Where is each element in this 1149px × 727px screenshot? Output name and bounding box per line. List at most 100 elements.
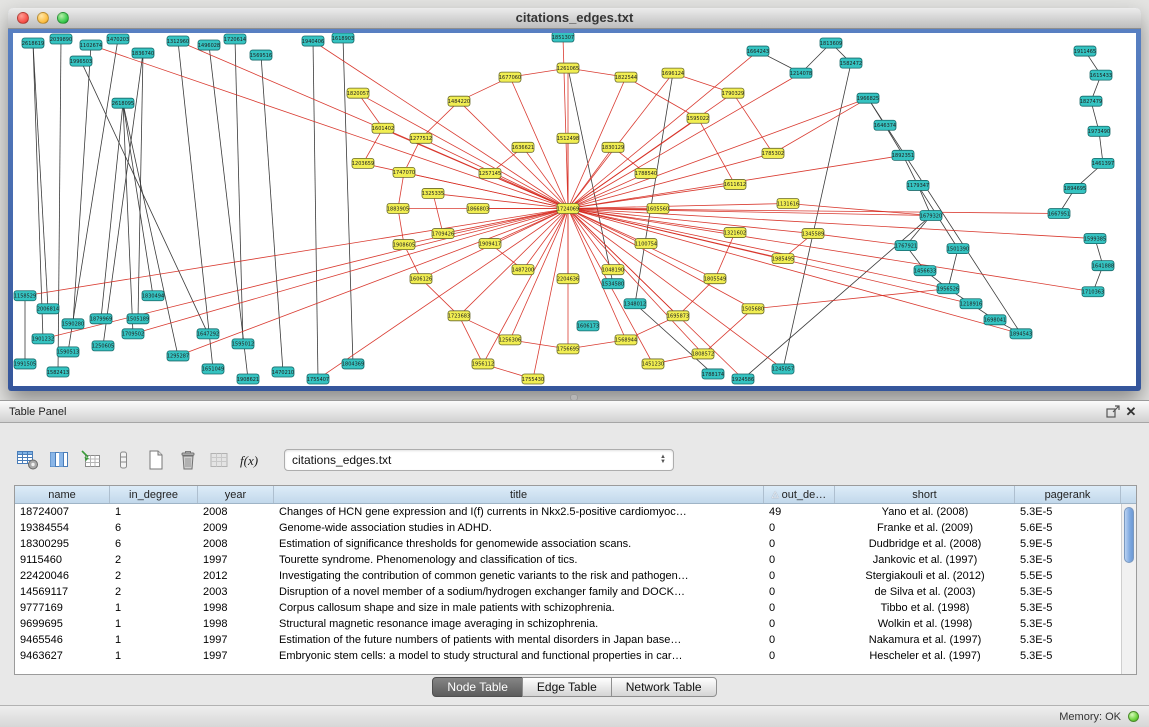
graph-node[interactable]: 1991505 — [14, 359, 36, 369]
graph-node[interactable]: 1646374 — [874, 120, 896, 130]
graph-node[interactable]: 1788540 — [635, 168, 657, 178]
zoom-window-button[interactable] — [57, 12, 69, 24]
graph-node[interactable]: 1908621 — [237, 374, 259, 384]
graph-node[interactable]: 1606126 — [410, 274, 432, 284]
graph-node[interactable]: 1755407 — [307, 374, 329, 384]
graph-node[interactable]: 1723683 — [448, 311, 470, 321]
graph-node[interactable]: 1484220 — [448, 96, 470, 106]
graph-node[interactable]: 1836740 — [132, 48, 154, 58]
graph-node[interactable]: 1325335 — [422, 188, 444, 198]
table-row[interactable]: 946554611997Estimation of the future num… — [15, 632, 1121, 648]
new-document-icon[interactable] — [142, 447, 168, 473]
graph-node[interactable]: 1512498 — [557, 133, 579, 143]
graph-node[interactable]: 1131616 — [777, 198, 799, 208]
graph-node[interactable]: 1985495 — [772, 254, 794, 264]
graph-node[interactable]: 1892351 — [892, 150, 914, 160]
graph-node[interactable]: 1582472 — [840, 58, 862, 68]
graph-node[interactable]: 1534580 — [602, 279, 624, 289]
graph-node[interactable]: 1487200 — [512, 265, 534, 275]
graph-node[interactable]: 1830494 — [142, 291, 164, 301]
table-row[interactable]: 911546021997Tourette syndrome. Phenomeno… — [15, 552, 1121, 568]
graph-node[interactable]: 1695873 — [667, 311, 689, 321]
graph-node[interactable]: 1940406 — [302, 36, 324, 46]
table-row[interactable]: 946362711997Embryonic stem cells: a mode… — [15, 648, 1121, 664]
graph-node[interactable]: 1048190 — [602, 265, 624, 275]
graph-node[interactable]: 1883905 — [387, 203, 409, 213]
tab-node-table[interactable]: Node Table — [432, 677, 523, 697]
graph-node[interactable]: 1805549 — [704, 274, 726, 284]
graph-node[interactable]: 1820057 — [347, 88, 369, 98]
graph-node[interactable]: 1100754 — [635, 239, 657, 249]
function-icon[interactable]: f(x) — [238, 447, 264, 473]
graph-node[interactable]: 1277512 — [410, 133, 432, 143]
graph-node[interactable]: 1456633 — [914, 266, 936, 276]
graph-node[interactable]: 1641888 — [1092, 261, 1114, 271]
graph-node[interactable]: 1755430 — [522, 374, 544, 384]
graph-node[interactable]: 1924586 — [732, 374, 754, 384]
graph-node[interactable]: 1505680 — [742, 304, 764, 314]
table-row[interactable]: 2242004622012Investigating the contribut… — [15, 568, 1121, 584]
graph-node[interactable]: 1851307 — [552, 33, 574, 42]
graph-node[interactable]: 2204636 — [557, 274, 579, 284]
graph-node[interactable]: 1756695 — [557, 344, 579, 354]
graph-node[interactable]: 1830129 — [602, 142, 624, 152]
column-header-name[interactable]: name — [15, 486, 110, 503]
graph-node[interactable]: 1956526 — [937, 284, 959, 294]
vertical-scrollbar[interactable] — [1121, 504, 1136, 674]
window-titlebar[interactable]: citations_edges.txt — [8, 8, 1141, 29]
column-header-title[interactable]: title — [274, 486, 764, 503]
graph-node[interactable]: 1256306 — [499, 335, 521, 345]
graph-node[interactable]: 1179347 — [907, 180, 929, 190]
graph-node[interactable]: 1709502 — [122, 329, 144, 339]
graph-node[interactable]: 1866803 — [467, 203, 489, 213]
graph-node[interactable]: 1611612 — [724, 179, 746, 189]
graph-node[interactable]: 1808572 — [692, 349, 714, 359]
scrollbar-thumb[interactable] — [1124, 507, 1134, 563]
graph-node[interactable]: 1767921 — [895, 241, 917, 251]
graph-node[interactable]: 1618903 — [332, 33, 354, 43]
table-row[interactable]: 1830029562008Estimation of significance … — [15, 536, 1121, 552]
graph-node[interactable]: 1647292 — [197, 329, 219, 339]
graph-node[interactable]: 1790329 — [722, 88, 744, 98]
graph-node[interactable]: 1636621 — [512, 142, 534, 152]
table-row[interactable]: 977716911998Corpus callosum shape and si… — [15, 600, 1121, 616]
graph-node[interactable]: 1788174 — [702, 369, 724, 379]
graph-node[interactable]: 1158529 — [14, 291, 36, 301]
graph-node[interactable]: 1651049 — [202, 364, 224, 374]
graph-node[interactable]: 1568944 — [615, 335, 637, 345]
graph-node[interactable]: 1709426 — [432, 229, 454, 239]
graph-node[interactable]: 1956112 — [472, 359, 494, 369]
table-settings-icon[interactable] — [14, 447, 40, 473]
graph-node[interactable]: 1894695 — [1064, 183, 1086, 193]
close-window-button[interactable] — [17, 12, 29, 24]
graph-node[interactable]: 1595022 — [687, 113, 709, 123]
graph-node[interactable]: 1696124 — [662, 68, 684, 78]
graph-node[interactable]: 1911465 — [1074, 46, 1096, 56]
graph-node[interactable]: 1218916 — [960, 299, 982, 309]
graph-node[interactable]: 1804369 — [342, 359, 364, 369]
graph-node[interactable]: 1724069 — [557, 203, 579, 213]
graph-node[interactable]: 2618095 — [112, 98, 134, 108]
graph-node[interactable]: 1461397 — [1092, 158, 1114, 168]
graph-node[interactable]: 1827479 — [1080, 96, 1102, 106]
graph-node[interactable]: 1321602 — [724, 228, 746, 238]
table-disabled-icon[interactable] — [206, 447, 232, 473]
graph-node[interactable]: 1312960 — [167, 36, 189, 46]
table-row[interactable]: 1456911722003Disruption of a novel membe… — [15, 584, 1121, 600]
table-selector-dropdown[interactable]: citations_edges.txt ▲▼ — [284, 449, 674, 471]
graph-node[interactable]: 1599385 — [1084, 234, 1106, 244]
graph-node[interactable]: 1996503 — [70, 56, 92, 66]
graph-node[interactable]: 1203659 — [352, 158, 374, 168]
graph-node[interactable]: 1345589 — [802, 229, 824, 239]
graph-node[interactable]: 1606173 — [577, 321, 599, 331]
graph-node[interactable]: 1245057 — [772, 364, 794, 374]
graph-node[interactable]: 1214078 — [790, 68, 812, 78]
graph-node[interactable]: 1595012 — [232, 339, 254, 349]
table-columns-icon[interactable] — [46, 447, 72, 473]
graph-node[interactable]: 1909417 — [479, 239, 501, 249]
graph-node[interactable]: 1667951 — [1048, 208, 1070, 218]
graph-node[interactable]: 1785302 — [762, 148, 784, 158]
graph-node[interactable]: 1590280 — [62, 319, 84, 329]
graph-node[interactable]: 1747070 — [393, 167, 415, 177]
column-header-year[interactable]: year — [198, 486, 274, 503]
